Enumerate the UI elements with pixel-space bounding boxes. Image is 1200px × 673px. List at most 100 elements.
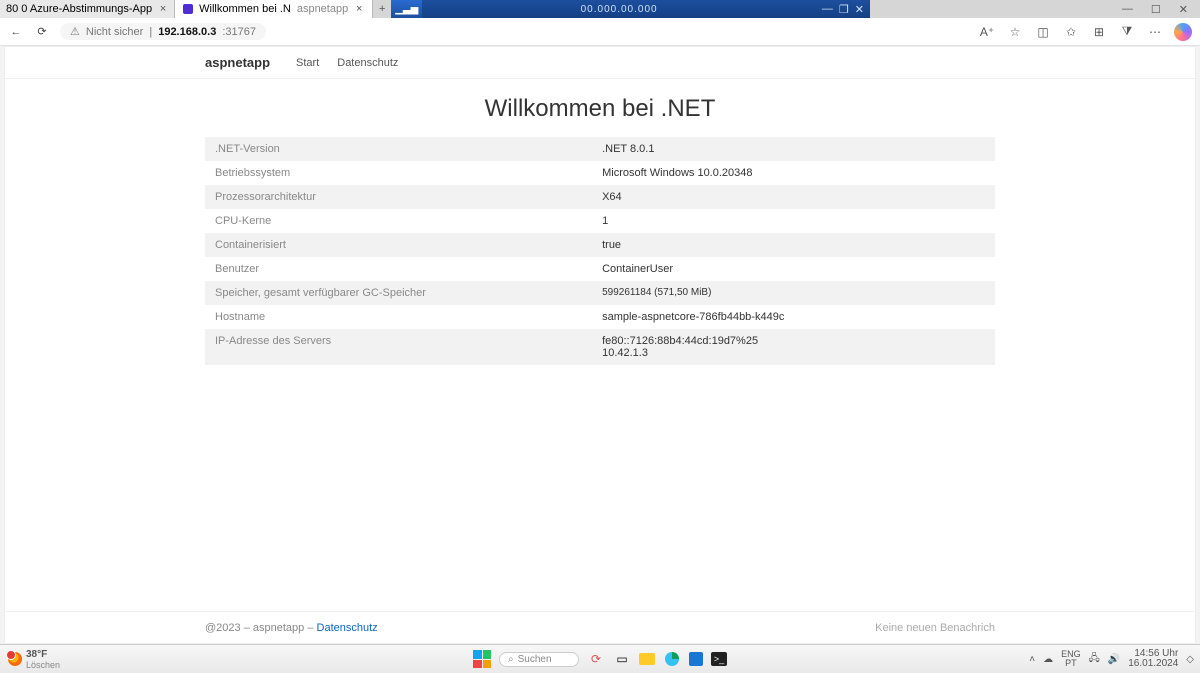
table-row: .NET-Version.NET 8.0.1 xyxy=(205,137,995,161)
nav-link-start[interactable]: Start xyxy=(296,57,319,69)
host-maximize-icon[interactable]: ☐ xyxy=(1151,3,1161,16)
lang-2: PT xyxy=(1061,659,1081,668)
remote-minimize-icon[interactable]: — xyxy=(822,3,833,15)
terminal-icon[interactable]: >_ xyxy=(711,652,727,666)
read-aloud-icon[interactable]: A⁺ xyxy=(978,25,996,39)
footer-privacy-link[interactable]: Datenschutz xyxy=(317,622,378,634)
footer-app: aspnetapp xyxy=(253,622,304,634)
collections-icon[interactable]: ⊞ xyxy=(1090,25,1108,39)
row-key: Containerisiert xyxy=(205,233,592,257)
tab-1-close-icon[interactable]: × xyxy=(158,3,168,15)
row-key: CPU-Kerne xyxy=(205,209,592,233)
row-value: true xyxy=(592,233,995,257)
insecure-label: Nicht sicher xyxy=(86,26,143,38)
address-separator: | xyxy=(149,26,152,38)
clock-date: 16.01.2024 xyxy=(1128,659,1178,669)
file-explorer-icon[interactable] xyxy=(639,653,655,665)
weather-icon xyxy=(8,652,22,666)
row-key: Prozessorarchitektur xyxy=(205,185,592,209)
nav-link-privacy[interactable]: Datenschutz xyxy=(337,57,398,69)
info-table: .NET-Version.NET 8.0.1BetriebssystemMicr… xyxy=(205,137,995,365)
weather-sub: Löschen xyxy=(26,660,60,670)
remote-close-icon[interactable]: ✕ xyxy=(855,3,864,16)
url-host: 192.168.0.3 xyxy=(158,26,216,38)
store-icon[interactable] xyxy=(689,652,703,666)
table-row: IP-Adresse des Serversfe80::7126:88b4:44… xyxy=(205,329,995,365)
new-tab-button[interactable]: + xyxy=(373,3,391,15)
host-close-icon[interactable]: ✕ xyxy=(1179,3,1188,16)
table-row: Speicher, gesamt verfügbarer GC-Speicher… xyxy=(205,281,995,305)
page-body: aspnetapp Start Datenschutz Willkommen b… xyxy=(4,46,1196,644)
dotnet-favicon-icon xyxy=(183,4,193,14)
brand[interactable]: aspnetapp xyxy=(205,55,270,70)
notifications-icon[interactable]: ◇ xyxy=(1186,654,1194,665)
site-navbar: aspnetapp Start Datenschutz xyxy=(5,47,1195,79)
tab-2-title: Willkommen bei .N xyxy=(199,3,291,15)
tray-volume-icon[interactable]: 🔊 xyxy=(1108,654,1120,665)
row-key: IP-Adresse des Servers xyxy=(205,329,592,365)
taskbar-search[interactable]: ⌕ Suchen xyxy=(499,652,579,667)
window-title-bar: 80 0 Azure-Abstimmungs-App × Willkommen … xyxy=(0,0,1200,18)
tab-1-title: 80 0 Azure-Abstimmungs-App xyxy=(6,3,152,15)
row-value: ContainerUser xyxy=(592,257,995,281)
copyright: @2023 – xyxy=(205,622,253,634)
table-row: BenutzerContainerUser xyxy=(205,257,995,281)
warning-icon: ⚠ xyxy=(70,25,80,38)
search-icon: ⌕ xyxy=(508,654,514,665)
remote-session-indicator: ▁▃▅ xyxy=(391,0,422,18)
refresh-button[interactable]: ⟳ xyxy=(34,25,50,38)
table-row: CPU-Kerne1 xyxy=(205,209,995,233)
taskbar-app-1[interactable]: ⟳ xyxy=(587,650,605,668)
start-button[interactable] xyxy=(473,650,491,668)
back-button[interactable]: ← xyxy=(8,26,24,38)
windows-taskbar: 38°F Löschen ⌕ Suchen ⟳ ▭ >_ ˄ ☁ ENG PT … xyxy=(0,644,1200,673)
extensions-icon[interactable]: ⧩ xyxy=(1118,24,1136,39)
tray-chevron-icon[interactable]: ˄ xyxy=(1029,654,1035,665)
more-icon[interactable]: ⋯ xyxy=(1146,25,1164,39)
table-row: ProzessorarchitekturX64 xyxy=(205,185,995,209)
url-port: :31767 xyxy=(222,26,256,38)
favorites-bar-icon[interactable]: ✩ xyxy=(1062,25,1080,39)
search-placeholder: Suchen xyxy=(518,654,552,665)
address-bar[interactable]: ⚠ Nicht sicher | 192.168.0.3 :31767 xyxy=(60,23,266,40)
weather-temp: 38°F xyxy=(26,649,60,660)
page-title: Willkommen bei .NET xyxy=(205,95,995,123)
task-view-icon[interactable]: ▭ xyxy=(613,650,631,668)
taskbar-clock[interactable]: 14:56 Uhr 16.01.2024 xyxy=(1128,649,1178,669)
tray-network-icon[interactable]: 🖧 xyxy=(1089,651,1100,668)
row-value: Microsoft Windows 10.0.20348 xyxy=(592,161,995,185)
browser-tab-2-active[interactable]: Willkommen bei .N aspnetapp × xyxy=(175,0,373,18)
system-tray: ˄ ☁ ENG PT 🖧 🔊 14:56 Uhr 16.01.2024 ◇ xyxy=(1029,649,1194,669)
edge-icon[interactable] xyxy=(663,650,681,668)
host-minimize-icon[interactable]: — xyxy=(1122,3,1133,16)
remote-window-controls: — ❐ ✕ xyxy=(816,0,870,18)
browser-toolbar: ← ⟳ ⚠ Nicht sicher | 192.168.0.3 :31767 A… xyxy=(0,18,1200,46)
language-indicator[interactable]: ENG PT xyxy=(1061,650,1081,668)
browser-tab-1[interactable]: 80 0 Azure-Abstimmungs-App × xyxy=(0,0,175,18)
favorite-icon[interactable]: ☆ xyxy=(1006,25,1024,39)
footer-right: Keine neuen Benachrich xyxy=(875,622,995,634)
tray-onedrive-icon[interactable]: ☁ xyxy=(1043,654,1053,665)
main-content: Willkommen bei .NET .NET-Version.NET 8.0… xyxy=(5,79,1195,643)
row-value: fe80::7126:88b4:44cd:19d7%2510.42.1.3 xyxy=(592,329,995,365)
taskbar-weather[interactable]: 38°F Löschen xyxy=(0,649,68,670)
tab-2-title-suffix: aspnetapp xyxy=(297,3,348,15)
table-row: Containerisierttrue xyxy=(205,233,995,257)
copilot-icon[interactable] xyxy=(1174,23,1192,41)
table-row: BetriebssystemMicrosoft Windows 10.0.203… xyxy=(205,161,995,185)
split-screen-icon[interactable]: ◫ xyxy=(1034,25,1052,39)
footer-sep: – xyxy=(307,622,316,634)
remote-session-title: 00.000.00.000 xyxy=(422,0,816,18)
row-value: sample-aspnetcore-786fb44bb-k449c xyxy=(592,305,995,329)
row-value: .NET 8.0.1 xyxy=(592,137,995,161)
row-key: Benutzer xyxy=(205,257,592,281)
taskbar-center: ⌕ Suchen ⟳ ▭ >_ xyxy=(473,650,727,668)
row-value: 1 xyxy=(592,209,995,233)
row-key: Betriebssystem xyxy=(205,161,592,185)
remote-restore-icon[interactable]: ❐ xyxy=(839,3,849,16)
row-value: X64 xyxy=(592,185,995,209)
tab-2-close-icon[interactable]: × xyxy=(354,3,364,15)
site-footer: @2023 – aspnetapp – Datenschutz Keine ne… xyxy=(5,611,1195,643)
signal-icon: ▁▃▅ xyxy=(395,4,418,15)
row-key: Hostname xyxy=(205,305,592,329)
